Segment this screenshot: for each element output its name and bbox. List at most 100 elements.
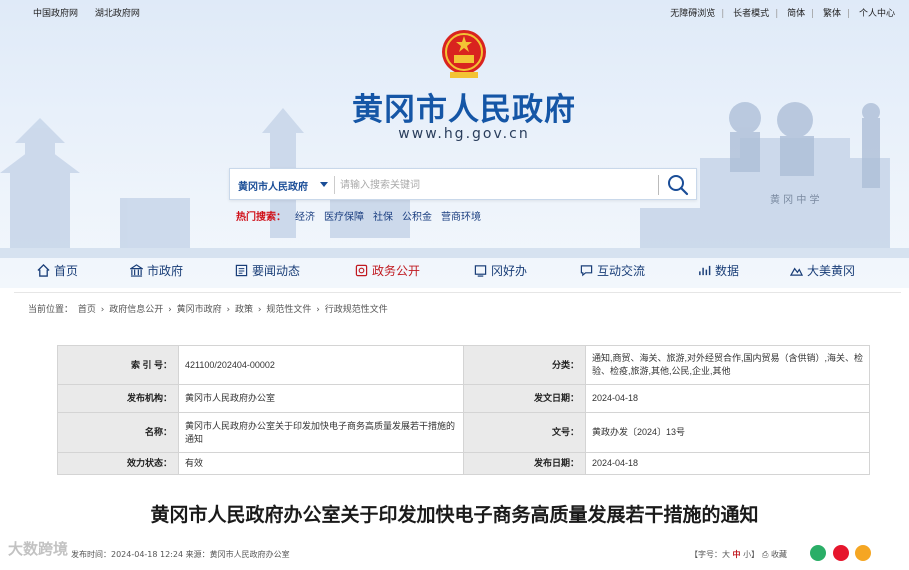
elder-mode-link[interactable]: 长者模式 bbox=[733, 9, 769, 19]
qzone-share-icon[interactable] bbox=[855, 545, 871, 561]
hot-search: 热门搜索： 经济 医疗保障 社保 公积金 营商环境 bbox=[236, 208, 481, 223]
meta-value: 通知,商贸、海关、旅游,对外经贸合作,国内贸易（含供销）,海关、检验、检疫,旅游… bbox=[585, 345, 870, 385]
traditional-link[interactable]: 繁体 bbox=[823, 9, 841, 19]
site-title: 黄冈市人民政府 bbox=[352, 92, 576, 128]
hot-search-item[interactable]: 经济 bbox=[295, 212, 315, 223]
nav-interaction[interactable]: 互动交流 bbox=[580, 262, 645, 279]
nav-data[interactable]: 数据 bbox=[698, 262, 739, 279]
search-scope-dropdown[interactable]: 黄冈市人民政府 bbox=[238, 178, 308, 193]
accessibility-link[interactable]: 无障碍浏览 bbox=[670, 9, 715, 19]
personal-center-link[interactable]: 个人中心 bbox=[859, 9, 895, 19]
meta-key: 名称： bbox=[57, 412, 179, 453]
nav-label: 政务公开 bbox=[372, 264, 421, 278]
meta-key: 发布机构： bbox=[57, 384, 179, 413]
search-input[interactable] bbox=[340, 175, 640, 195]
breadcrumb-sep: › bbox=[100, 305, 105, 315]
search-bar: 黄冈市人民政府 bbox=[229, 168, 697, 200]
nav-label: 大美黄冈 bbox=[807, 264, 856, 278]
font-large-button[interactable]: 大 bbox=[722, 550, 730, 559]
government-building-icon bbox=[130, 264, 143, 277]
chevron-down-icon[interactable] bbox=[320, 182, 328, 187]
print-icon: ⎙ bbox=[762, 550, 769, 559]
open-affairs-icon bbox=[355, 264, 368, 277]
svg-text:黄 冈 中 学: 黄 冈 中 学 bbox=[770, 193, 820, 206]
nav-city-government[interactable]: 市政府 bbox=[130, 262, 183, 279]
nav-home[interactable]: 首页 bbox=[37, 262, 78, 279]
breadcrumb-sep: › bbox=[257, 305, 262, 315]
favorite-label: 收藏 bbox=[770, 550, 787, 559]
separator: | bbox=[721, 9, 725, 19]
table-row: 效力状态： 有效 发布日期： 2024-04-18 bbox=[57, 452, 870, 475]
meta-value: 421100/202404-00002 bbox=[178, 345, 464, 385]
separator: | bbox=[775, 9, 779, 19]
hot-search-item[interactable]: 营商环境 bbox=[441, 212, 481, 223]
hot-search-item[interactable]: 公积金 bbox=[402, 212, 432, 223]
breadcrumb-item[interactable]: 行政规范性文件 bbox=[325, 305, 388, 315]
main-nav: 首页 市政府 要闻动态 政务公开 冈好办 互动交流 数据 大美黄冈 bbox=[0, 258, 909, 284]
nav-open-affairs[interactable]: 政务公开 bbox=[355, 262, 420, 279]
table-row: 发布机构： 黄冈市人民政府办公室 发文日期： 2024-04-18 bbox=[57, 384, 870, 413]
meta-key: 效力状态： bbox=[57, 452, 179, 475]
meta-value: 黄政办发〔2024〕13号 bbox=[585, 412, 870, 453]
national-emblem-icon bbox=[442, 30, 486, 78]
meta-value: 黄冈市人民政府办公室关于印发加快电子商务高质量发展若干措施的通知 bbox=[178, 412, 464, 453]
scenery-icon bbox=[790, 267, 803, 276]
meta-value: 2024-04-18 bbox=[585, 452, 870, 475]
site-url: www.hg.gov.cn bbox=[398, 126, 530, 142]
meta-value: 有效 bbox=[178, 452, 464, 475]
meta-value: 2024-04-18 bbox=[585, 384, 870, 413]
search-icon[interactable] bbox=[666, 173, 690, 197]
breadcrumb-prefix: 当前位置： bbox=[28, 305, 74, 315]
separator: | bbox=[811, 9, 815, 19]
favorite-button[interactable]: ⎙ 收藏 bbox=[762, 549, 787, 560]
nav-news[interactable]: 要闻动态 bbox=[235, 262, 300, 279]
simplified-link[interactable]: 简体 bbox=[787, 9, 805, 19]
nav-label: 数据 bbox=[715, 264, 740, 278]
weibo-share-icon[interactable] bbox=[833, 545, 849, 561]
meta-key: 分类： bbox=[463, 345, 586, 385]
hot-search-item[interactable]: 医疗保障 bbox=[324, 212, 364, 223]
table-row: 索 引 号： 421100/202404-00002 分类： 通知,商贸、海关、… bbox=[57, 345, 870, 385]
breadcrumb-sep: › bbox=[168, 305, 172, 315]
font-medium-button[interactable]: 中 bbox=[733, 550, 741, 559]
font-size-prefix: 【字号： bbox=[690, 550, 722, 559]
hot-search-item[interactable]: 社保 bbox=[373, 212, 393, 223]
breadcrumb-item[interactable]: 政府信息公开 bbox=[109, 305, 163, 315]
table-row: 名称： 黄冈市人民政府办公室关于印发加快电子商务高质量发展若干措施的通知 文号：… bbox=[57, 412, 870, 453]
breadcrumb-item[interactable]: 政策 bbox=[235, 305, 253, 315]
service-icon bbox=[474, 265, 487, 277]
meta-key: 文号： bbox=[463, 412, 586, 453]
document-metadata-table: 索 引 号： 421100/202404-00002 分类： 通知,商贸、海关、… bbox=[57, 345, 870, 475]
document-title: 黄冈市人民政府办公室关于印发加快电子商务高质量发展若干措施的通知 bbox=[150, 505, 759, 526]
publish-info: 发布时间：2024-04-18 12:24 来源：黄冈市人民政府办公室 bbox=[71, 550, 290, 559]
wechat-share-icon[interactable] bbox=[810, 545, 826, 561]
breadcrumb-item[interactable]: 首页 bbox=[78, 305, 96, 315]
nav-label: 互动交流 bbox=[597, 264, 646, 278]
breadcrumb-sep: › bbox=[226, 305, 231, 315]
nav-beautiful-huanggang[interactable]: 大美黄冈 bbox=[790, 262, 855, 279]
home-icon bbox=[37, 264, 50, 277]
link-china-gov[interactable]: 中国政府网 bbox=[33, 9, 78, 19]
breadcrumb-item[interactable]: 规范性文件 bbox=[266, 305, 311, 315]
newspaper-icon bbox=[235, 264, 248, 277]
meta-value: 黄冈市人民政府办公室 bbox=[178, 384, 464, 413]
meta-key: 索 引 号： bbox=[57, 345, 179, 385]
nav-label: 首页 bbox=[54, 264, 79, 278]
watermark: 大数跨境 bbox=[8, 540, 69, 558]
top-utility-bar: 中国政府网 湖北政府网 无障碍浏览 | 长者模式 | 简体 | 繁体 | 个人中心 bbox=[0, 0, 909, 24]
font-size-switcher: 【字号：大 中 小】 bbox=[690, 549, 759, 560]
separator: | bbox=[847, 9, 851, 19]
breadcrumb: 当前位置： 首页 › 政府信息公开 › 黄冈市政府 › 政策 › 规范性文件 ›… bbox=[28, 302, 390, 315]
meta-key: 发布日期： bbox=[463, 452, 586, 475]
link-hubei-gov[interactable]: 湖北政府网 bbox=[95, 9, 140, 19]
breadcrumb-sep: › bbox=[316, 305, 320, 315]
chat-icon bbox=[580, 265, 593, 277]
meta-key: 发文日期： bbox=[463, 384, 586, 413]
nav-label: 冈好办 bbox=[491, 264, 528, 278]
divider bbox=[658, 175, 659, 195]
nav-gangmaoban[interactable]: 冈好办 bbox=[474, 262, 527, 279]
breadcrumb-item[interactable]: 黄冈市政府 bbox=[177, 305, 222, 315]
data-chart-icon bbox=[699, 265, 711, 276]
hot-search-label: 热门搜索： bbox=[236, 212, 286, 223]
font-small-button[interactable]: 小】 bbox=[743, 550, 759, 559]
